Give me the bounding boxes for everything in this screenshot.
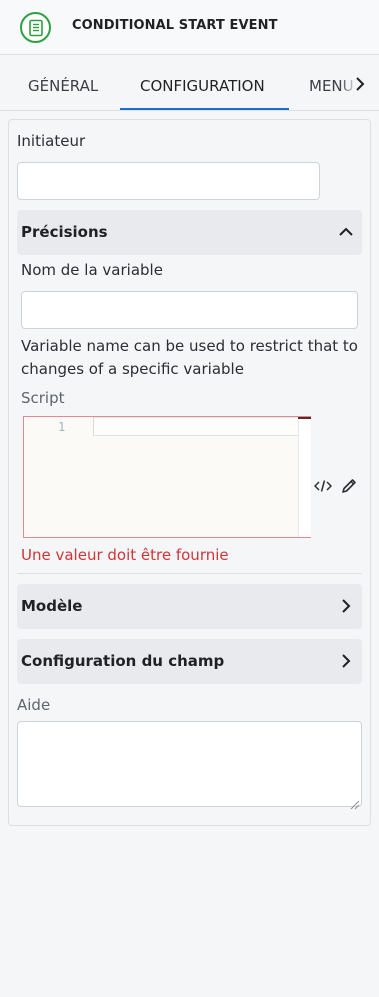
line-number: 1 [58,420,66,434]
script-error-message: Une valeur doit être fournie [21,546,229,564]
chevron-right-icon [338,653,354,669]
panel-title: CONDITIONAL START EVENT [72,18,278,33]
chevron-up-icon [338,224,354,240]
section-divider [17,573,362,574]
editor-scrollbar[interactable] [298,417,311,537]
precisions-section-header[interactable]: Précisions [17,210,362,255]
panel-header: CONDITIONAL START EVENT [0,0,379,55]
conditional-event-icon [20,12,51,43]
variable-name-label: Nom de la variable [21,261,163,279]
pencil-icon[interactable] [339,476,359,496]
editor-active-line[interactable] [93,417,298,436]
initiator-input[interactable] [17,162,320,200]
variable-name-input[interactable] [21,291,358,329]
model-section-title: Modèle [21,597,83,615]
active-tab-indicator [120,108,289,110]
script-code-editor[interactable]: 1 [23,416,311,538]
editor-scrollbar-thumb[interactable] [298,417,311,419]
initiator-label: Initiateur [17,132,86,150]
code-icon[interactable] [313,476,333,496]
tab-bar: GÉNÉRAL CONFIGURATION MENU [0,56,379,111]
tab-configuration[interactable]: CONFIGURATION [140,77,265,95]
help-label: Aide [17,696,51,714]
editor-gutter: 1 [24,417,94,537]
field-config-section-header[interactable]: Configuration du champ [17,639,362,684]
help-textarea[interactable] [17,721,362,807]
script-label: Script [21,389,65,407]
variable-name-help-text: Variable name can be used to restrict th… [21,337,358,378]
resize-grip-icon[interactable] [350,795,360,810]
field-config-section-title: Configuration du champ [21,652,225,670]
chevron-right-icon [338,598,354,614]
precisions-section-title: Précisions [21,223,108,241]
tab-general[interactable]: GÉNÉRAL [28,77,98,95]
model-section-header[interactable]: Modèle [17,584,362,629]
chevron-right-icon[interactable] [350,74,370,94]
